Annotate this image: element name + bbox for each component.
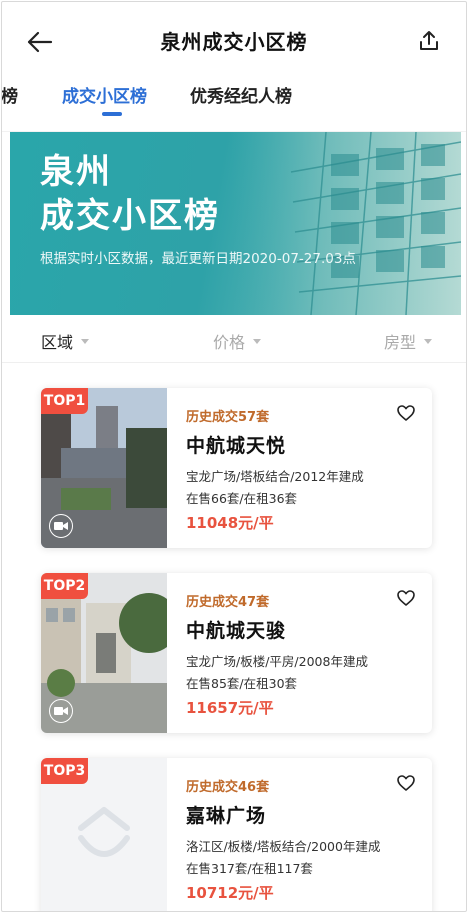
share-upload-icon xyxy=(420,31,438,50)
banner-title-line2: 成交小区榜 xyxy=(40,196,220,236)
community-info: 历史成交47套 中航城天骏 宝龙广场/板楼/平房/2008年建成 在售85套/在… xyxy=(186,591,420,718)
filter-region[interactable]: 区域 xyxy=(41,329,90,353)
community-listing: 在售66套/在租36套 xyxy=(186,491,298,506)
community-card[interactable]: TOP2 历史成交47套 中航城天骏 宝龙广场/板楼/平房/2008年建成 在售… xyxy=(41,573,432,733)
nav-header: 泉州成交小区榜 xyxy=(2,2,466,76)
community-location: 宝龙广场/板楼/平房/2008年建成 xyxy=(186,654,368,669)
community-photo: TOP2 xyxy=(41,573,167,733)
community-info: 历史成交57套 中航城天悦 宝龙广场/塔板结合/2012年建成 在售66套/在租… xyxy=(186,406,420,533)
community-card[interactable]: TOP3 历史成交46套 嘉琳广场 洛江区/板楼/塔板结合/2000年建成 在售… xyxy=(41,758,432,911)
community-listing: 在售317套/在租117套 xyxy=(186,861,313,876)
tab-district-rank[interactable]: 区榜 xyxy=(2,82,18,107)
video-camera-icon[interactable] xyxy=(49,514,73,538)
history-deals: 历史成交47套 xyxy=(186,595,270,610)
caret-down-icon xyxy=(81,338,90,344)
banner-subtitle: 根据实时小区数据，最近更新日期2020-07-27.03点 xyxy=(40,251,356,267)
filter-room-type-label: 房型 xyxy=(384,333,417,352)
heart-icon[interactable] xyxy=(396,588,416,608)
share-button[interactable] xyxy=(412,24,446,58)
banner-title: 泉州 成交小区榜 xyxy=(40,150,220,238)
community-card[interactable]: TOP1 历史成交57套 中航城天悦 宝龙广场/塔板结合/2012年建成 在售6… xyxy=(41,388,432,548)
community-name: 中航城天悦 xyxy=(186,435,287,457)
rank-badge: TOP1 xyxy=(41,388,88,414)
community-name: 中航城天骏 xyxy=(186,620,287,642)
rank-badge: TOP2 xyxy=(41,573,88,599)
caret-down-icon xyxy=(253,338,262,344)
app-screen: 泉州成交小区榜 区榜 成交小区榜 优秀经纪人榜 xyxy=(1,1,467,912)
filter-room-type[interactable]: 房型 xyxy=(384,329,433,353)
filter-price-label: 价格 xyxy=(213,333,246,352)
tab-agent-rank[interactable]: 优秀经纪人榜 xyxy=(190,82,292,107)
community-price: 11048元/平 xyxy=(186,514,274,532)
community-info: 历史成交46套 嘉琳广场 洛江区/板楼/塔板结合/2000年建成 在售317套/… xyxy=(186,776,420,903)
community-photo-placeholder: TOP3 xyxy=(41,758,167,911)
caret-down-icon xyxy=(424,338,433,344)
community-photo: TOP1 xyxy=(41,388,167,548)
tab-deal-community-rank[interactable]: 成交小区榜 xyxy=(62,82,147,107)
building-illustration xyxy=(231,132,461,315)
ranking-tabs: 区榜 成交小区榜 优秀经纪人榜 xyxy=(2,76,466,132)
page-title: 泉州成交小区榜 xyxy=(160,30,308,54)
active-tab-indicator xyxy=(102,112,122,116)
filter-bar: 区域 价格 房型 xyxy=(2,315,466,363)
community-price: 11657元/平 xyxy=(186,699,274,717)
community-name: 嘉琳广场 xyxy=(186,805,267,827)
banner-title-line1: 泉州 xyxy=(40,152,112,192)
filter-price[interactable]: 价格 xyxy=(213,329,262,353)
community-location: 洛江区/板楼/塔板结合/2000年建成 xyxy=(186,839,381,854)
filter-region-label: 区域 xyxy=(41,333,74,352)
heart-icon[interactable] xyxy=(396,403,416,423)
video-camera-icon[interactable] xyxy=(49,699,73,723)
history-deals: 历史成交57套 xyxy=(186,410,270,425)
community-price: 10712元/平 xyxy=(186,884,274,902)
community-listing: 在售85套/在租30套 xyxy=(186,676,298,691)
heart-icon[interactable] xyxy=(396,773,416,793)
hero-banner: 泉州 成交小区榜 根据实时小区数据，最近更新日期2020-07-27.03点 xyxy=(10,132,461,315)
rank-badge: TOP3 xyxy=(41,758,88,784)
history-deals: 历史成交46套 xyxy=(186,780,270,795)
community-location: 宝龙广场/塔板结合/2012年建成 xyxy=(186,469,364,484)
